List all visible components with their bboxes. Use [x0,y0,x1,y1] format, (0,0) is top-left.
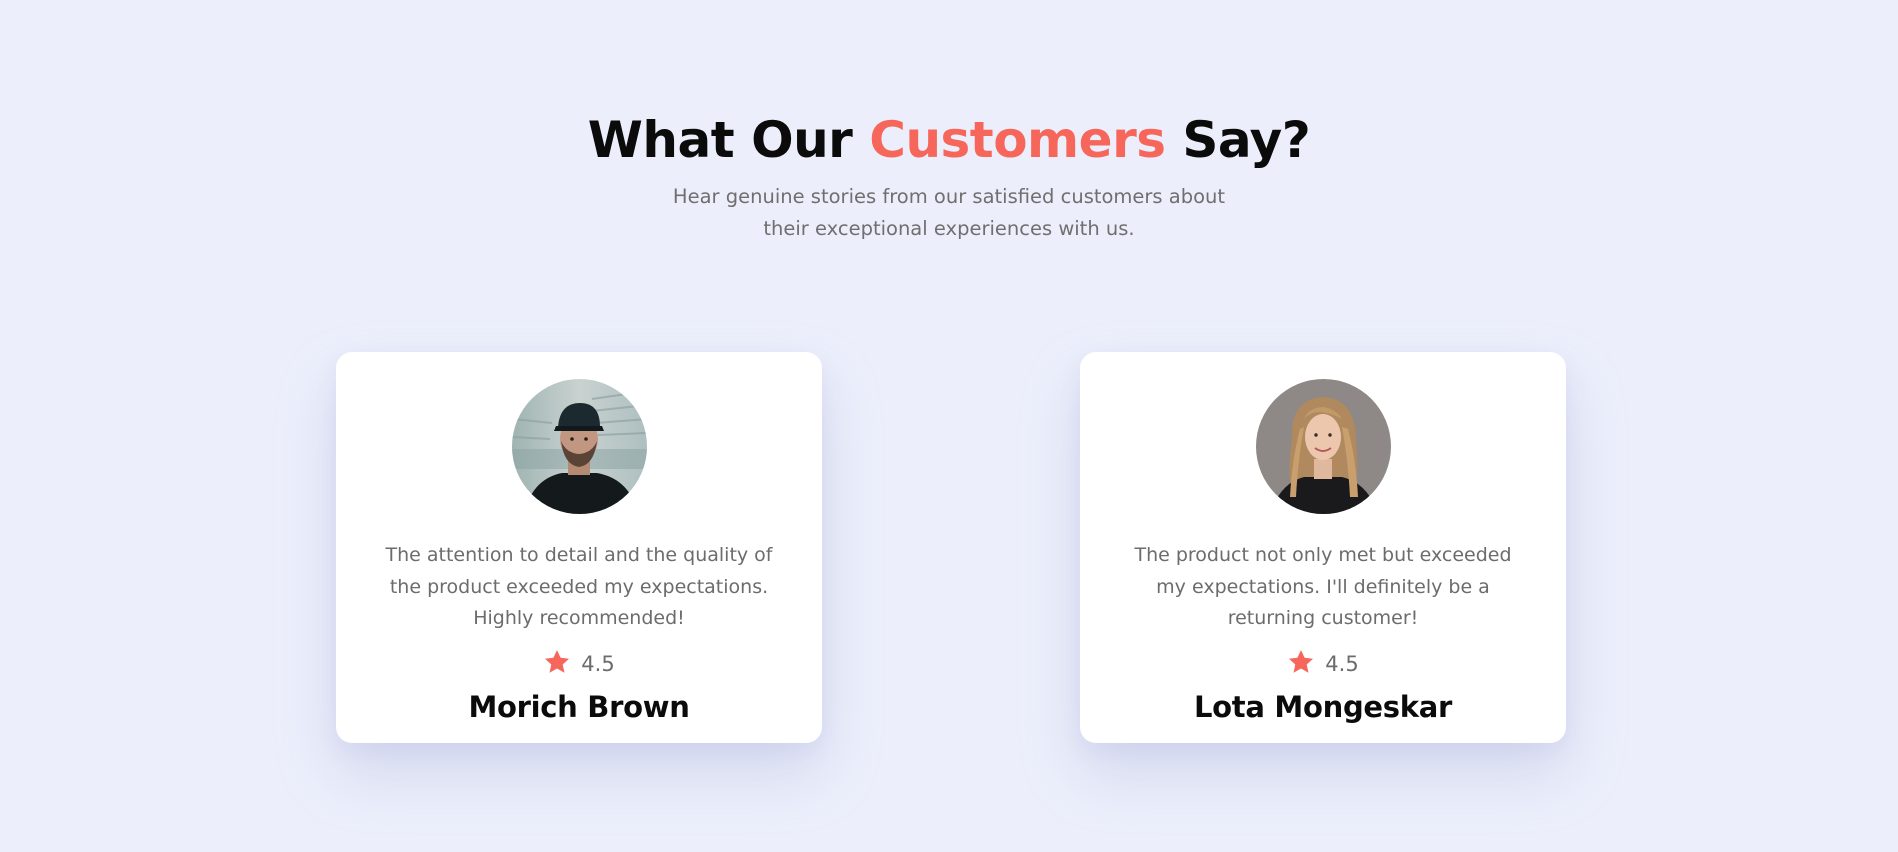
rating: 4.5 [1080,648,1566,684]
customer-name: Morich Brown [468,690,690,724]
customer-name: Lota Mongeskar [1193,690,1452,724]
testimonial-quote: The attention to detail and the quality … [356,540,802,635]
testimonial-card: The attention to detail and the quality … [336,352,822,743]
subtitle-line-1: Hear genuine stories from our satisfied … [672,185,1226,208]
title-suffix: Say? [1165,111,1311,169]
quote-line-3: Highly recommended! [473,607,685,629]
rating-value: 4.5 [1325,652,1359,676]
title-prefix: What Our [587,111,870,169]
quote-line-3: returning customer! [1227,607,1419,629]
quote-line-2: the product exceeded my expectations. [389,575,769,598]
section-title: What Our Customers Say? [0,104,1898,176]
star-icon [543,648,571,684]
avatar-photo-man [512,379,647,514]
avatar [512,379,647,514]
title-accent: Customers [869,111,1166,169]
testimonial-card: The product not only met but exceeded my… [1080,352,1566,743]
rating-value: 4.5 [581,652,615,676]
avatar-photo-woman [1256,379,1391,514]
testimonial-quote: The product not only met but exceeded my… [1100,540,1546,635]
quote-line-1: The attention to detail and the quality … [385,544,773,566]
section-subtitle: Hear genuine stories from our satisfied … [649,181,1249,245]
quote-line-2: my expectations. I'll definitely be a [1156,575,1490,598]
avatar [1256,379,1391,514]
rating: 4.5 [336,648,822,684]
quote-line-1: The product not only met but exceeded [1134,544,1512,566]
testimonials-section: What Our Customers Say? Hear genuine sto… [0,0,1898,852]
subtitle-line-2: their exceptional experiences with us. [763,217,1135,240]
star-icon [1287,648,1315,684]
